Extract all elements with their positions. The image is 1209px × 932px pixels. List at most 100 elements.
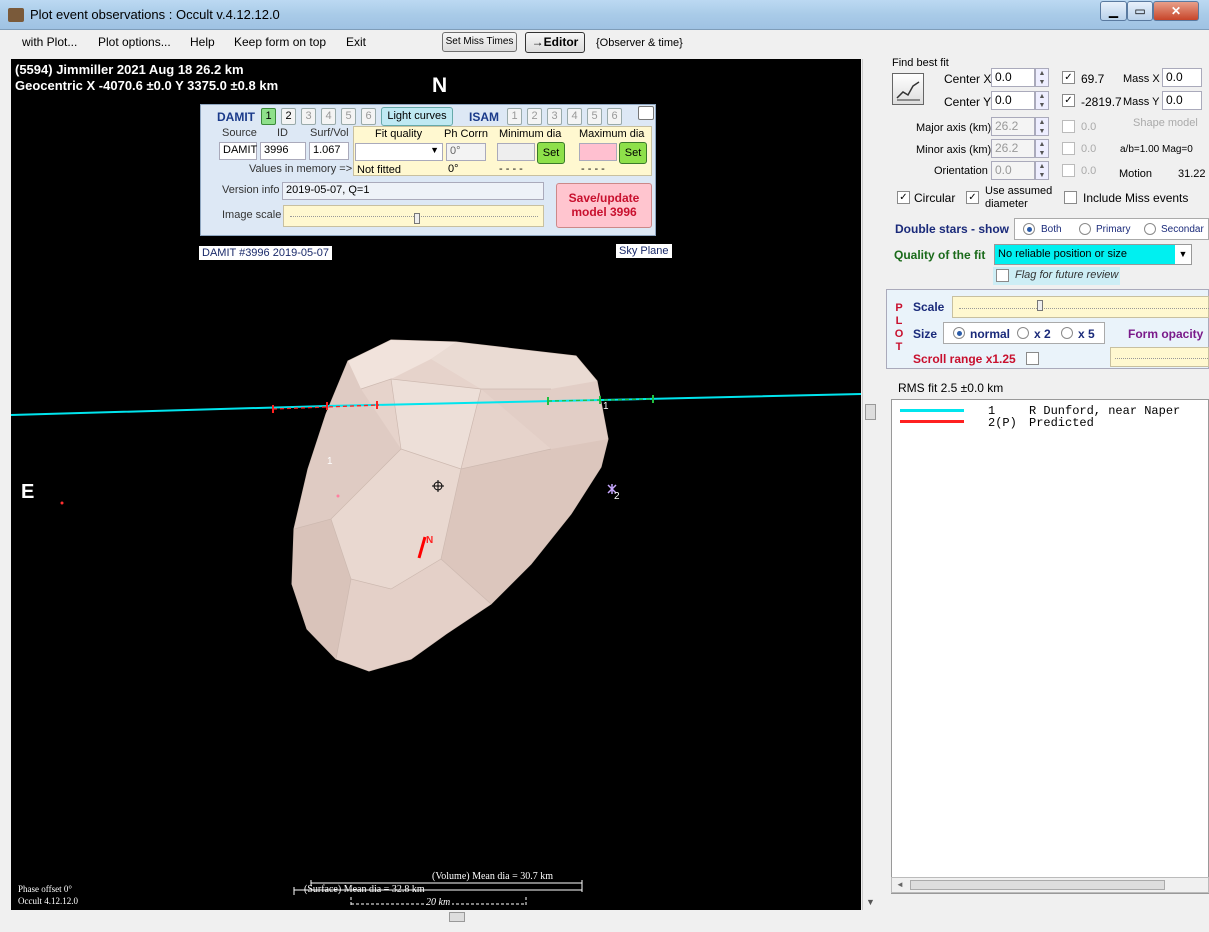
max-dia-field[interactable] (579, 143, 617, 161)
scale-slider[interactable] (952, 296, 1209, 318)
surfvol-field: 1.067 (309, 142, 349, 160)
save-update-model-button[interactable]: Save/update model 3996 (556, 183, 652, 228)
chevron-down-icon: ▼ (1175, 245, 1191, 264)
damit-model-2[interactable]: 2 (281, 108, 296, 125)
isam-model-2[interactable]: 2 (527, 108, 542, 125)
center-y-spinner[interactable]: ▲ ▼ (1035, 91, 1049, 110)
chord-label-2: 2 (614, 491, 620, 502)
maximize-button[interactable]: ▭ (1127, 1, 1153, 21)
scroll-left-icon[interactable]: ◄ (896, 880, 904, 889)
secondary-radio[interactable] (1144, 223, 1156, 235)
size-label: Size (913, 327, 938, 341)
size-normal-radio[interactable] (953, 327, 965, 339)
observer-time-label: {Observer & time} (596, 37, 683, 49)
min-dia-field[interactable] (497, 143, 535, 161)
mass-x-input[interactable]: 0.0 (1162, 68, 1202, 87)
major-axis-input[interactable]: 26.2 (991, 117, 1035, 136)
minor-axis-checkbox[interactable] (1062, 142, 1075, 155)
isam-model-4[interactable]: 4 (567, 108, 582, 125)
both-radio[interactable] (1023, 223, 1035, 235)
vertical-scroll-thumb[interactable] (865, 404, 876, 420)
size-x2-label: x 2 (1034, 327, 1051, 341)
opacity-slider[interactable] (1110, 347, 1209, 367)
flag-review-label: Flag for future review (1015, 269, 1119, 281)
legend-scroll-thumb[interactable] (910, 880, 1165, 890)
min-dia-set-button[interactable]: Set (537, 142, 565, 164)
major-axis-chk-value: 0.0 (1081, 121, 1097, 133)
menu-keep-on-top[interactable]: Keep form on top (234, 35, 326, 49)
scale-20km-label: 20 km (424, 897, 453, 908)
legend-horizontal-scrollbar[interactable]: ◄ (891, 877, 1209, 893)
fit-quality-select[interactable]: ▼ (355, 143, 443, 161)
chevron-down-icon: ▼ (430, 145, 439, 155)
scroll-down-icon[interactable]: ▼ (866, 897, 875, 907)
size-x5-radio[interactable] (1061, 327, 1073, 339)
both-label: Both (1041, 224, 1062, 235)
primary-radio[interactable] (1079, 223, 1091, 235)
size-x2-radio[interactable] (1017, 327, 1029, 339)
title-bar: Plot event observations : Occult v.4.12.… (0, 0, 1209, 30)
set-miss-times-button[interactable]: Set Miss Times (442, 32, 517, 52)
flag-review-checkbox[interactable] (996, 269, 1009, 282)
ph-corrn-field[interactable]: 0° (446, 143, 486, 161)
include-miss-checkbox[interactable] (1064, 191, 1077, 204)
orientation-input[interactable]: 0.0 (991, 161, 1035, 180)
center-y-input[interactable]: 0.0 (991, 91, 1035, 110)
center-x-checkbox[interactable]: ✓ (1062, 71, 1075, 84)
image-scale-slider[interactable] (283, 205, 544, 227)
horizontal-scroll-thumb[interactable] (449, 912, 465, 922)
damit-model-4[interactable]: 4 (321, 108, 336, 125)
damit-model-6[interactable]: 6 (361, 108, 376, 125)
include-miss-label: Include Miss events (1083, 191, 1189, 205)
minimize-button[interactable]: ▁ (1100, 1, 1127, 21)
chord-label-1a: 1 (327, 456, 333, 467)
menu-plot-options[interactable]: Plot options... (98, 35, 171, 49)
quality-fit-select[interactable]: No reliable position or size ▼ (994, 244, 1192, 265)
center-y-checkbox[interactable]: ✓ (1062, 94, 1075, 107)
major-axis-checkbox[interactable] (1062, 120, 1075, 133)
max-mem-value: - - - - (581, 163, 605, 175)
observers-legend-list[interactable]: 1 R Dunford, near Naper 2(P) Predicted (891, 399, 1209, 894)
plot-letter: L (895, 315, 903, 327)
plot-vertical-scrollbar[interactable] (862, 59, 878, 910)
slider-thumb[interactable] (1037, 300, 1043, 311)
id-label: ID (277, 127, 288, 139)
red-dot (60, 501, 64, 505)
best-fit-chart-icon[interactable] (892, 73, 924, 105)
slider-thumb[interactable] (414, 213, 420, 224)
mass-y-input[interactable]: 0.0 (1162, 91, 1202, 110)
size-normal-label: normal (970, 327, 1011, 341)
menu-with-plot[interactable]: with Plot... (22, 35, 77, 49)
use-assumed-checkbox[interactable]: ✓ (966, 191, 979, 204)
damit-model-1[interactable]: 1 (261, 108, 276, 125)
isam-model-5[interactable]: 5 (587, 108, 602, 125)
isam-model-3[interactable]: 3 (547, 108, 562, 125)
major-axis-spinner[interactable]: ▲ ▼ (1035, 117, 1049, 136)
light-curves-button[interactable]: Light curves (381, 107, 453, 126)
center-x-input[interactable]: 0.0 (991, 68, 1035, 87)
menu-help[interactable]: Help (190, 35, 215, 49)
max-dia-label: Maximum dia (579, 128, 645, 140)
menu-exit[interactable]: Exit (346, 35, 366, 49)
panel-close-box[interactable] (638, 106, 654, 120)
scroll-range-checkbox[interactable] (1026, 352, 1039, 365)
damit-model-5[interactable]: 5 (341, 108, 356, 125)
mass-y-label: Mass Y (1123, 96, 1160, 108)
max-dia-set-button[interactable]: Set (619, 142, 647, 164)
quality-fit-value: No reliable position or size (998, 248, 1128, 260)
orientation-checkbox[interactable] (1062, 164, 1075, 177)
menu-bar: with Plot... Plot options... Help Keep f… (0, 30, 1209, 55)
isam-model-6[interactable]: 6 (607, 108, 622, 125)
minor-axis-spinner[interactable]: ▲ ▼ (1035, 139, 1049, 158)
form-opacity-label: Form opacity (1128, 327, 1204, 341)
plot-horizontal-scrollbar[interactable] (11, 910, 862, 924)
editor-button[interactable]: →Editor (525, 32, 585, 53)
circular-checkbox[interactable]: ✓ (897, 191, 910, 204)
minor-axis-input[interactable]: 26.2 (991, 139, 1035, 158)
orientation-spinner[interactable]: ▲ ▼ (1035, 161, 1049, 180)
isam-model-1[interactable]: 1 (507, 108, 522, 125)
center-x-spinner[interactable]: ▲ ▼ (1035, 68, 1049, 87)
close-button[interactable]: ✕ (1153, 1, 1199, 21)
source-label: Source (222, 127, 257, 139)
damit-model-3[interactable]: 3 (301, 108, 316, 125)
